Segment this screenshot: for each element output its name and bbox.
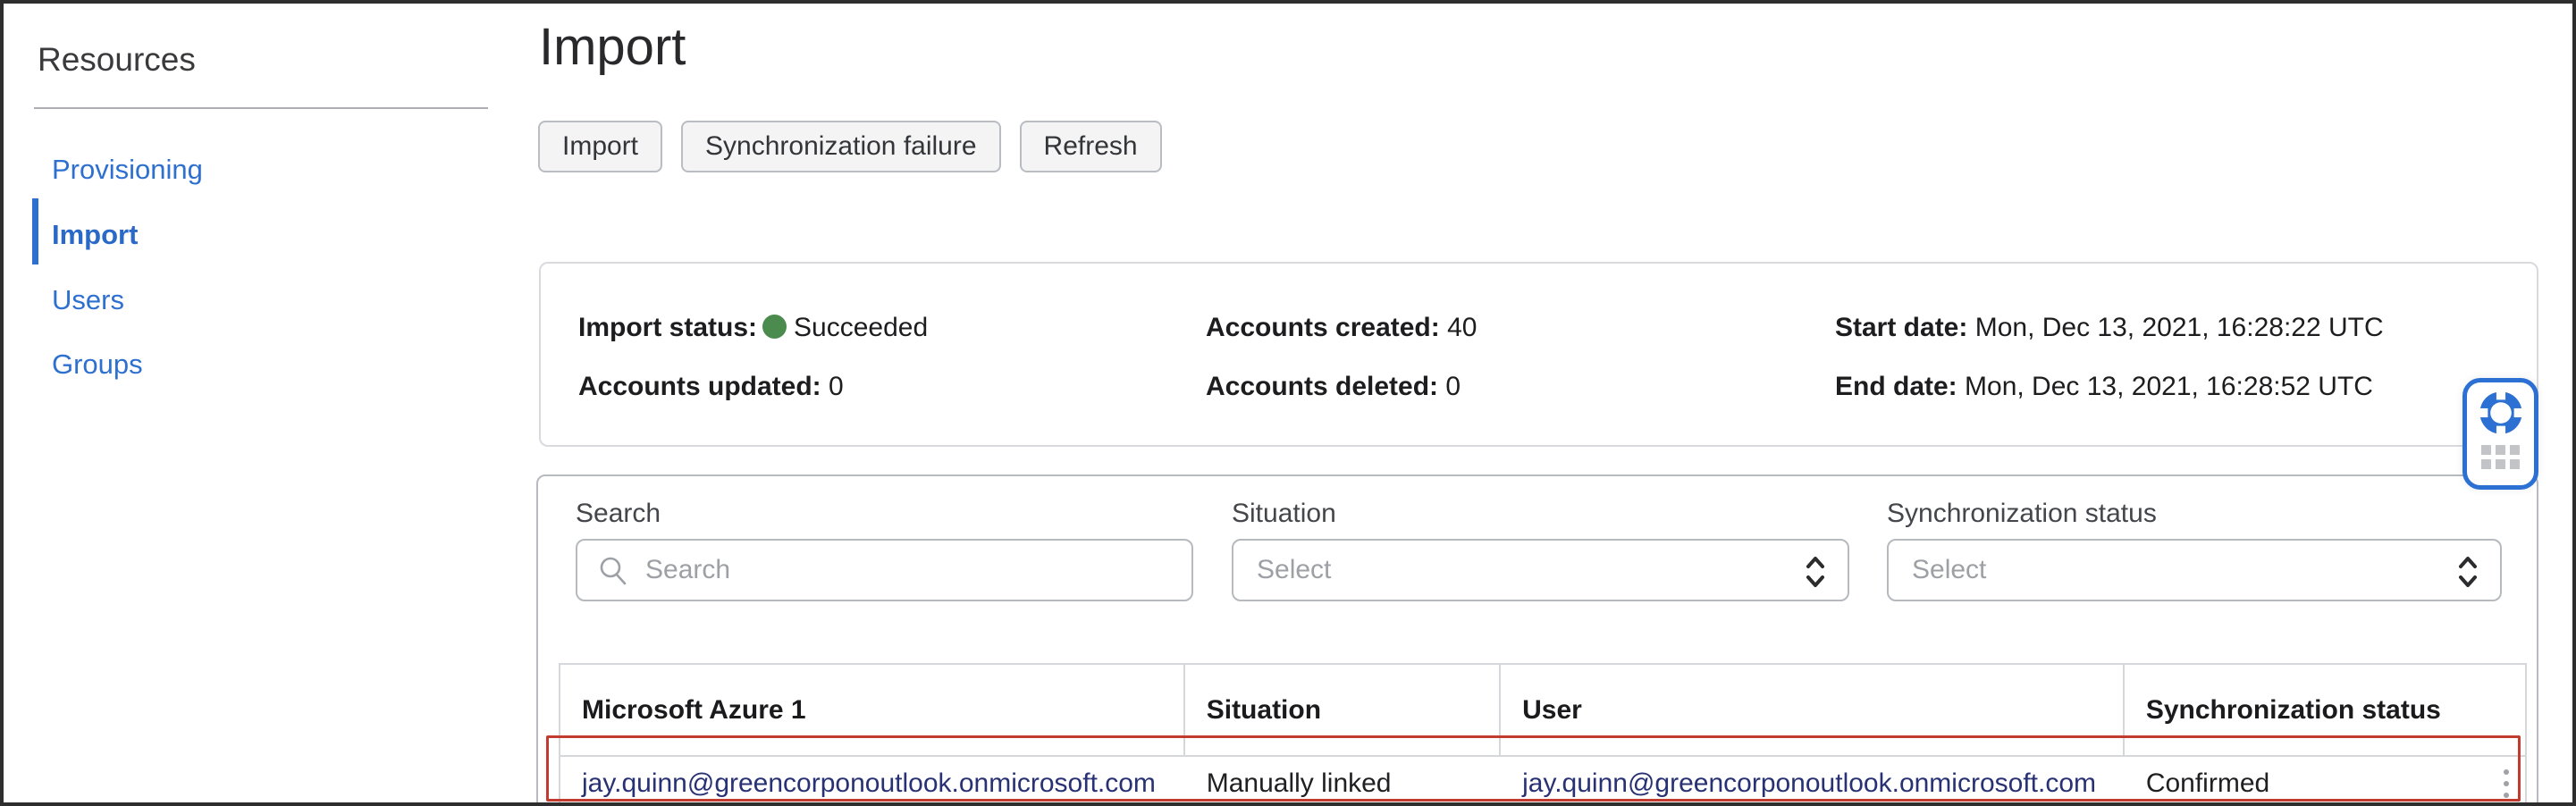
situation-cell: Manually linked <box>1207 768 1392 799</box>
synchronization-failure-button[interactable]: Synchronization failure <box>681 121 1001 172</box>
accounts-created-value: 40 <box>1447 313 1477 342</box>
sidebar-item-provisioning[interactable]: Provisioning <box>52 154 203 186</box>
search-label: Search <box>576 499 1193 529</box>
grid-dots-drag-handle-icon[interactable] <box>2481 445 2520 469</box>
import-status-value: Succeeded <box>794 313 928 342</box>
end-date-field: End date: Mon, Dec 13, 2021, 16:28:52 UT… <box>1835 369 2373 405</box>
situation-select[interactable]: Select <box>1232 539 1849 601</box>
user-link[interactable]: jay.quinn@greencorponoutlook.onmicrosoft… <box>1522 768 2096 799</box>
accounts-deleted-value: 0 <box>1445 372 1461 401</box>
sidebar-item-users[interactable]: Users <box>52 284 124 316</box>
start-date-label: Start date: <box>1835 313 1967 342</box>
sidebar-item-label: Groups <box>52 348 143 380</box>
accounts-updated-label: Accounts updated: <box>578 372 821 401</box>
active-item-indicator <box>32 198 38 264</box>
sync-status-filter-group: Synchronization status Select <box>1887 499 2502 601</box>
search-input[interactable]: Search <box>576 539 1193 601</box>
table-header-row: Microsoft Azure 1 Situation User Synchro… <box>560 665 2525 757</box>
search-filter-group: Search Search <box>576 499 1193 601</box>
column-header-sync-status: Synchronization status <box>2125 665 2525 755</box>
sidebar-title: Resources <box>38 41 196 79</box>
sync-status-label: Synchronization status <box>1887 499 2502 529</box>
toolbar: Import Synchronization failure Refresh <box>538 121 1162 172</box>
import-status-label: Import status: <box>578 313 757 342</box>
table-row[interactable]: jay.quinn@greencorponoutlook.onmicrosoft… <box>560 757 2525 806</box>
status-succeeded-dot-icon <box>762 315 787 339</box>
column-header-situation: Situation <box>1185 665 1501 755</box>
accounts-created-label: Accounts created: <box>1206 313 1440 342</box>
search-placeholder: Search <box>645 555 730 585</box>
accounts-deleted-field: Accounts deleted: 0 <box>1206 369 1461 405</box>
sync-status-select[interactable]: Select <box>1887 539 2502 601</box>
column-header-microsoft-azure: Microsoft Azure 1 <box>560 665 1185 755</box>
sidebar-item-groups[interactable]: Groups <box>52 348 143 381</box>
import-status-field: Import status: Succeeded <box>578 310 928 346</box>
sync-status-cell: Confirmed <box>2146 768 2269 799</box>
accounts-deleted-label: Accounts deleted: <box>1206 372 1438 401</box>
app-window: Resources Provisioning Import Users Grou… <box>0 0 2576 806</box>
column-header-user: User <box>1501 665 2125 755</box>
end-date-value: Mon, Dec 13, 2021, 16:28:52 UTC <box>1965 372 2373 401</box>
start-date-value: Mon, Dec 13, 2021, 16:28:22 UTC <box>1975 313 2384 342</box>
accounts-updated-field: Accounts updated: 0 <box>578 369 844 405</box>
page-title: Import <box>539 16 686 79</box>
sidebar-divider <box>34 107 488 109</box>
import-button[interactable]: Import <box>538 121 662 172</box>
sync-status-select-value: Select <box>1912 555 1986 585</box>
situation-label: Situation <box>1232 499 1849 529</box>
sidebar-item-label: Import <box>52 219 138 250</box>
select-updown-chevron-icon <box>1801 554 1830 590</box>
help-widget[interactable] <box>2462 378 2538 490</box>
row-actions-kebab-icon[interactable] <box>2504 769 2509 798</box>
situation-filter-group: Situation Select <box>1232 499 1849 601</box>
lifebuoy-icon <box>2477 389 2525 437</box>
import-status-panel: Import status: Succeeded Accounts created… <box>539 262 2538 447</box>
sidebar-item-import[interactable]: Import <box>52 219 138 251</box>
sidebar-item-label: Users <box>52 284 124 315</box>
situation-select-value: Select <box>1257 555 1331 585</box>
refresh-button[interactable]: Refresh <box>1020 121 1162 172</box>
accounts-list-panel: Search Search Situation Select Synchroni… <box>536 474 2538 806</box>
accounts-table: Microsoft Azure 1 Situation User Synchro… <box>559 663 2527 806</box>
azure-account-link[interactable]: jay.quinn@greencorponoutlook.onmicrosoft… <box>582 768 1156 799</box>
accounts-updated-value: 0 <box>829 372 844 401</box>
start-date-field: Start date: Mon, Dec 13, 2021, 16:28:22 … <box>1835 310 2384 346</box>
search-icon <box>597 555 629 587</box>
accounts-created-field: Accounts created: 40 <box>1206 310 1477 346</box>
end-date-label: End date: <box>1835 372 1957 401</box>
select-updown-chevron-icon <box>2454 554 2482 590</box>
sidebar-item-label: Provisioning <box>52 154 203 185</box>
